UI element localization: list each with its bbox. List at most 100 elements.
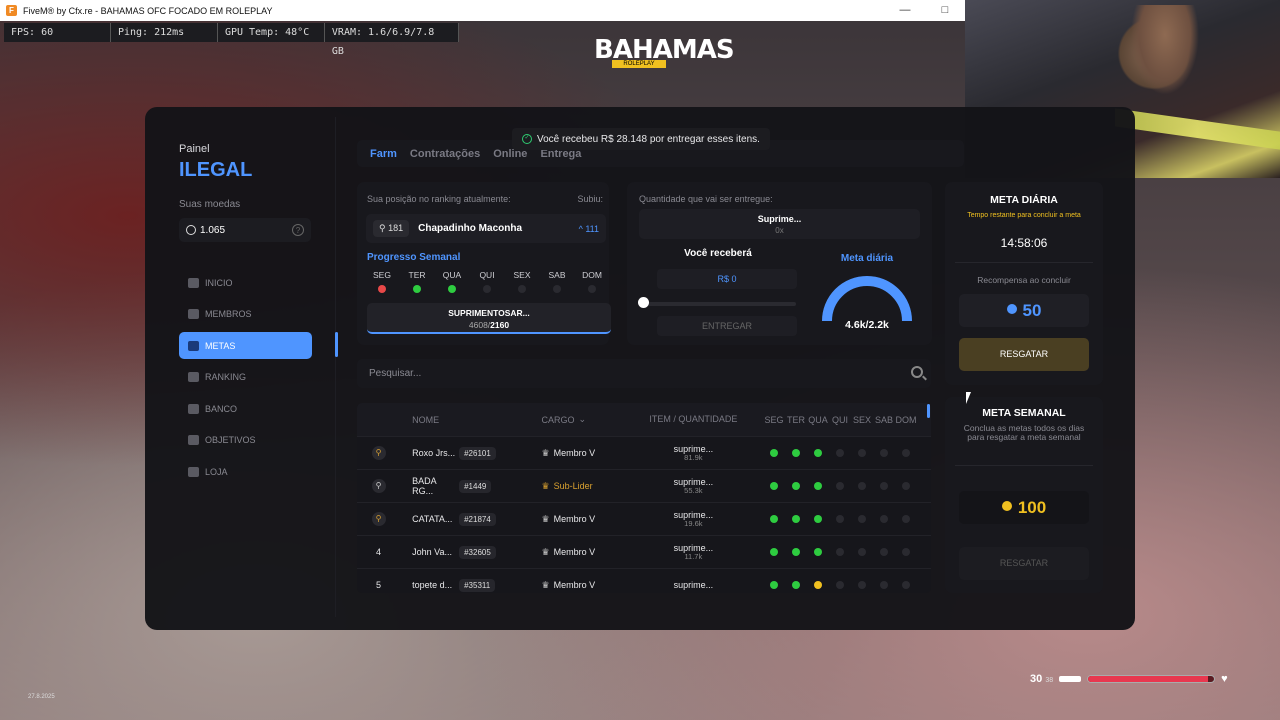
- mouse-cursor: [966, 392, 976, 404]
- claim-weekly-button[interactable]: RESGATAR: [959, 547, 1089, 580]
- bank-icon: [188, 403, 199, 414]
- help-icon[interactable]: ?: [292, 224, 304, 236]
- member-role: ♛ Membro V: [536, 514, 630, 525]
- sidebar-item-loja[interactable]: LOJA: [179, 458, 312, 485]
- sidebar-item-membros[interactable]: MEMBROS: [179, 301, 312, 328]
- sidebar-item-label: MEMBROS: [205, 309, 252, 319]
- status-dot: [858, 482, 866, 490]
- member-role: ♛ Sub-Lider: [536, 481, 630, 492]
- sidebar-item-label: RANKING: [205, 372, 247, 382]
- day-status: [895, 581, 917, 589]
- status-dot: [836, 482, 844, 490]
- sidebar-item-inicio[interactable]: INICIO: [179, 269, 312, 296]
- status-dot: [880, 581, 888, 589]
- sidebar-item-ranking[interactable]: RANKING: [179, 364, 312, 391]
- status-dot: [858, 515, 866, 523]
- home-icon: [188, 277, 199, 288]
- table-row[interactable]: ⚲ BADA RG... #1449 ♛ Sub-Lider suprime... 55.3…: [357, 469, 931, 502]
- header-days: SEG TER QUA QUI SEX SAB DOM: [757, 415, 931, 425]
- item-qty: 55.3k: [684, 485, 703, 495]
- crown-icon: ♛: [541, 480, 550, 491]
- sidebar: Painel ILEGAL Suas moedas 1.065 ? INICIO…: [145, 107, 335, 630]
- member-role: ♛ Membro V: [536, 580, 630, 591]
- header-cargo-label: CARGO: [541, 414, 575, 425]
- daily-goal-title: META DIÁRIA: [990, 194, 1058, 206]
- delivery-item-field[interactable]: Suprime... 0x: [639, 209, 920, 239]
- divider: [955, 262, 1093, 263]
- delivery-item: Suprime...: [757, 214, 802, 224]
- day-status: [807, 482, 829, 490]
- weekday-sab: SAB: [542, 270, 572, 293]
- status-dot: [836, 449, 844, 457]
- ranking-card: Sua posição no ranking atualmente: Subiu…: [357, 182, 612, 345]
- status-dot: [814, 581, 822, 589]
- day-status: [763, 581, 785, 589]
- weekday-dom: DOM: [577, 270, 607, 293]
- status-dot: [858, 581, 866, 589]
- daily-goal-subtitle: Tempo restante para concluir a meta: [967, 212, 1081, 219]
- sidebar-item-label: INICIO: [205, 277, 233, 288]
- table-row[interactable]: 5 topete d... #35311 ♛ Membro V suprime...: [357, 568, 931, 593]
- search-icon[interactable]: [911, 366, 923, 378]
- weekday-ter: TER: [402, 270, 432, 293]
- member-role-label: Membro V: [553, 448, 596, 458]
- status-dot: [880, 482, 888, 490]
- qty-slider-handle[interactable]: [638, 297, 649, 308]
- sidebar-item-objetivos[interactable]: OBJETIVOS: [179, 427, 312, 454]
- sidebar-item-metas[interactable]: METAS: [179, 332, 312, 359]
- table-scrollbar[interactable]: [927, 404, 930, 418]
- weekly-goal-subtitle: Conclua as metas todos os dias para resg…: [963, 423, 1085, 443]
- maximize-button[interactable]: □: [925, 0, 965, 21]
- weekly-reward-value: 100: [1017, 498, 1047, 517]
- status-dot: [770, 449, 778, 457]
- tab-contratacoes[interactable]: Contratações: [410, 148, 480, 160]
- crown-icon: ♛: [541, 579, 550, 590]
- day-status: [785, 515, 807, 523]
- weekly-days: SEG TER QUA QUI SEX SAB DOM: [367, 270, 612, 293]
- delivery-card: Quantidade que vai ser entregue: Suprime…: [627, 182, 932, 345]
- deliver-button[interactable]: ENTREGAR: [657, 316, 797, 336]
- gauge-value: 4.6k/2.2k: [845, 319, 889, 331]
- weekly-progress-bar: SUPRIMENTOSAR... 4608/2160: [367, 303, 611, 334]
- member-days: [757, 581, 931, 589]
- rank-number: 4: [376, 547, 382, 557]
- day-status: [829, 449, 851, 457]
- ranking-position: ⚲ 181: [373, 220, 410, 237]
- coin-icon: [1006, 304, 1017, 314]
- table-row[interactable]: ⚲ Roxo Jrs... #26101 ♛ Membro Vsuprime... 81.…: [357, 436, 931, 469]
- coin-icon: [186, 225, 196, 235]
- sidebar-item-banco[interactable]: BANCO: [179, 395, 312, 422]
- table-row[interactable]: 4 John Va... #32605 ♛ Membro Vsuprime... 11.7…: [357, 535, 931, 568]
- search-input[interactable]: Pesquisar...: [357, 359, 931, 388]
- member-role-label: Membro V: [553, 580, 596, 590]
- weekly-reward: 100: [959, 491, 1089, 524]
- claim-daily-button[interactable]: RESGATAR: [959, 338, 1089, 371]
- status-dot: [792, 449, 800, 457]
- member-role-label: Sub-Lider: [553, 481, 593, 491]
- reward-label: Recompensa ao concluir: [977, 275, 1071, 285]
- day-status: [807, 581, 829, 589]
- date-stamp: 27.8.2025: [28, 694, 55, 700]
- members-table: NOME CARGO ⌄ ITEM / QUANTIDADE SEG TER QUA Q…: [357, 403, 931, 593]
- header-item: ITEM / QUANTIDADE: [649, 414, 738, 425]
- member-name: BADA RG...: [412, 476, 437, 496]
- player-name: Chapadinho Maconha: [418, 223, 523, 234]
- qty-slider-track[interactable]: [644, 302, 796, 306]
- table-row[interactable]: ⚲ CATATA... #21874 ♛ Membro Vsuprime... 19.6k: [357, 502, 931, 535]
- header-day-sex: SEX: [852, 414, 871, 425]
- day-status: [851, 449, 873, 457]
- member-days: [757, 515, 931, 523]
- day-status: [807, 548, 829, 556]
- weekday-label: SEG: [373, 270, 391, 280]
- header-day-qui: QUI: [831, 414, 848, 425]
- status-dot: [770, 482, 778, 490]
- heart-icon: ♥: [1221, 673, 1228, 685]
- tab-farm[interactable]: Farm: [370, 148, 397, 160]
- minimize-button[interactable]: —: [885, 0, 925, 21]
- day-status: [895, 515, 917, 523]
- member-id: #1449: [459, 480, 492, 493]
- rank-cell: 5: [357, 580, 400, 590]
- progress-values: 4608/2160: [367, 320, 611, 330]
- header-cargo[interactable]: CARGO ⌄: [536, 414, 630, 425]
- member-id: #26101: [459, 447, 496, 460]
